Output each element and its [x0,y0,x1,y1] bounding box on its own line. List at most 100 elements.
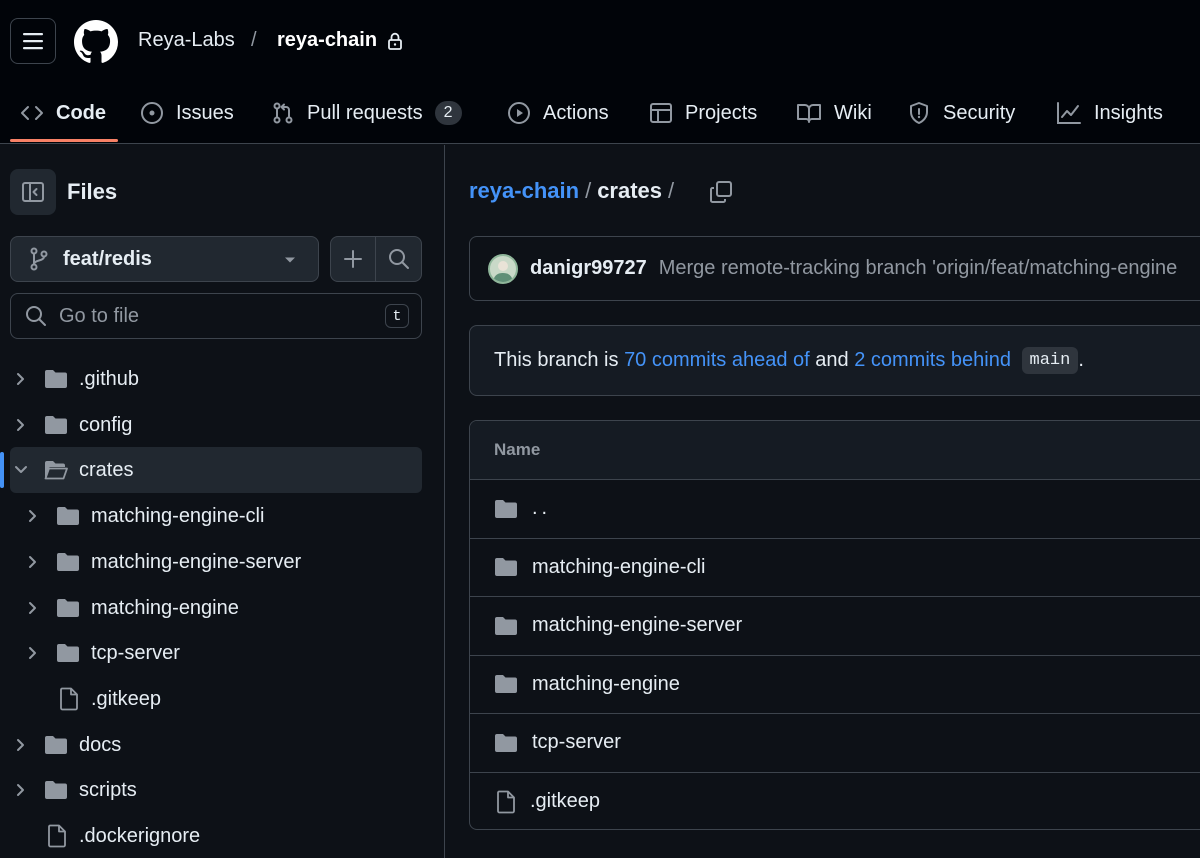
tree-item-label: config [79,413,133,436]
files-title: Files [67,179,118,204]
table-header: Name [470,421,1200,480]
tree-item[interactable]: .gitkeep [10,676,422,722]
tab-pull-requests[interactable]: Pull requests 2 [271,82,462,144]
tree-expander[interactable] [23,509,43,523]
table-row[interactable]: .gitkeep [470,773,1200,830]
folder-icon [57,553,79,571]
tree-item[interactable]: tcp-server [10,630,422,676]
go-to-file-box[interactable]: t [10,293,422,339]
row-name-link[interactable]: tcp-server [532,731,621,754]
tree-expander[interactable] [11,783,31,797]
repo-link[interactable]: reya-chain [277,29,377,52]
add-file-button[interactable] [331,237,377,281]
folder-open-icon [44,461,68,480]
folder-icon [57,599,79,617]
breadcrumb-separator: / [585,178,592,203]
tree-item-label: docs [79,733,122,756]
folder-icon [45,416,67,434]
tree-expander[interactable] [23,601,43,615]
tree-item-icon [47,824,67,848]
commit-message[interactable]: Merge remote-tracking branch 'origin/fea… [659,257,1178,280]
tree-expander[interactable] [11,418,31,432]
search-icon [388,249,409,269]
row-name-link[interactable]: matching-engine-server [532,614,742,637]
tree-expander[interactable] [23,646,43,660]
tree-item[interactable]: crates [10,447,422,493]
tree-item[interactable]: docs [10,722,422,768]
breadcrumb-repo-link[interactable]: reya-chain [469,178,579,204]
row-name-link[interactable]: .gitkeep [530,790,600,813]
branch-selector[interactable]: feat/redis [10,236,319,282]
folder-icon [45,781,67,799]
search-code-button[interactable] [376,237,421,281]
breadcrumb-separator: / [668,178,675,203]
tree-item-icon [44,780,68,800]
tab-code-label: Code [56,101,106,124]
table-row[interactable]: tcp-server [470,714,1200,773]
copy-icon[interactable] [709,180,733,204]
search-icon [26,306,46,326]
tree-item[interactable]: .dockerignore [10,813,422,858]
tree-item[interactable]: matching-engine [10,585,422,631]
github-logo-icon[interactable] [74,20,118,64]
go-to-file-input[interactable] [59,304,359,328]
menu-button[interactable] [10,18,56,64]
tree-expander[interactable] [11,372,31,386]
folder-icon [495,558,517,577]
tree-item[interactable]: matching-engine-server [10,539,422,585]
tree-expander[interactable] [11,465,31,475]
row-name-link[interactable]: matching-engine [532,673,680,696]
owner-link[interactable]: Reya-Labs [138,29,235,52]
table-row[interactable]: matching-engine-cli [470,539,1200,597]
table-row[interactable]: matching-engine-server [470,597,1200,656]
chevron-right-icon [17,373,24,385]
tree-item-icon [56,506,80,526]
tree-item[interactable]: matching-engine-cli [10,493,422,539]
tree-item[interactable]: scripts [10,767,422,813]
folder-icon [495,733,517,752]
tab-projects[interactable]: Projects [649,82,757,144]
code-icon [21,106,43,120]
tab-actions[interactable]: Actions [507,82,609,144]
repo-nav: Code Issues Pull requests 2 Actions Proj… [0,82,1200,144]
tree-item-label: .dockerignore [79,824,201,847]
tab-pull-requests-label: Pull requests [307,101,423,124]
table-row[interactable]: matching-engine [470,656,1200,714]
tab-issues[interactable]: Issues [140,82,234,144]
collapse-sidebar-button[interactable] [10,169,56,215]
pull-request-icon [273,102,293,124]
row-icon [494,557,518,577]
commits-behind-link[interactable]: 2 commits behind [854,349,1011,372]
tab-code[interactable]: Code [20,82,106,144]
tab-security[interactable]: Security [907,82,1015,144]
row-name-link[interactable]: matching-engine-cli [532,556,705,579]
commit-author[interactable]: danigr99727 [530,257,647,280]
folder-icon [57,644,79,662]
tab-wiki[interactable]: Wiki [796,82,872,144]
file-icon [60,687,78,711]
table-row[interactable]: .. [470,480,1200,539]
chevron-right-icon [29,647,36,659]
chevron-right-icon [29,510,36,522]
table-icon [650,103,672,123]
folder-icon [495,616,517,635]
hamburger-icon [23,33,43,50]
tree-item[interactable]: .github [10,356,422,402]
path-breadcrumb: reya-chain / crates / [469,178,674,204]
branch-status-prefix: This branch is [494,349,619,371]
tab-insights[interactable]: Insights [1056,82,1163,144]
avatar[interactable] [488,253,518,284]
file-icon [48,824,66,848]
tab-security-label: Security [943,101,1016,124]
tree-item[interactable]: config [10,402,422,448]
chevron-down-icon [15,466,27,473]
commits-ahead-link[interactable]: 70 commits ahead of [624,349,810,372]
row-name-link[interactable]: .. [532,497,551,520]
issues-icon [141,102,163,124]
tab-wiki-label: Wiki [834,101,872,124]
tree-expander[interactable] [11,738,31,752]
tree-expander[interactable] [23,555,43,569]
tree-item-label: tcp-server [91,641,180,664]
sidebar-collapse-icon [22,182,44,202]
branch-status-suffix: . [1078,349,1084,371]
